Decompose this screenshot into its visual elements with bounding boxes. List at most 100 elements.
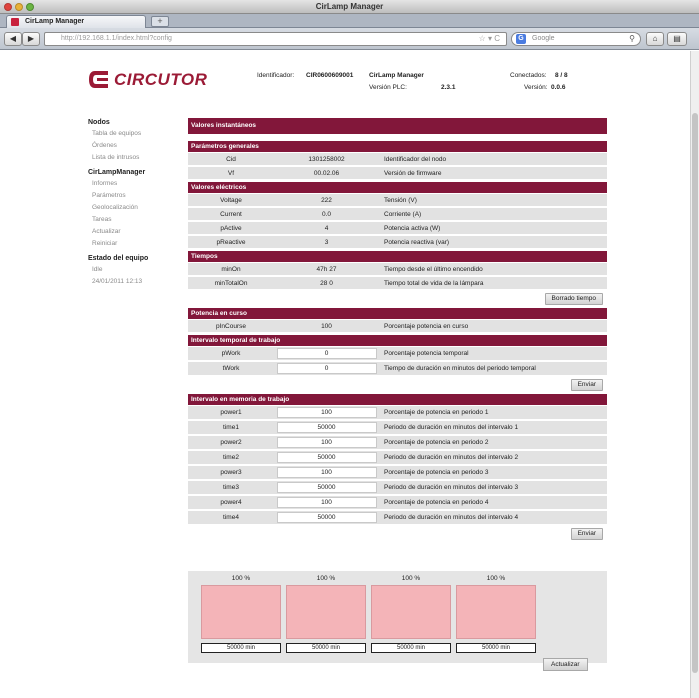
- search-placeholder: Google: [532, 35, 555, 42]
- param-value: 0.0: [274, 208, 379, 221]
- table-row: Current 0.0 Corriente (A): [188, 208, 607, 221]
- bar-minutes: 50000 min: [371, 643, 451, 653]
- sidebar-item-reports[interactable]: Informes: [92, 180, 178, 187]
- power3-input[interactable]: 100: [276, 467, 377, 478]
- home-button[interactable]: ⌂: [646, 32, 664, 46]
- param-value: 47h 27: [274, 263, 379, 276]
- param-description: Identificador del nodo: [379, 153, 607, 166]
- bar-fill: [371, 585, 451, 639]
- table-row: time3 50000 Periodo de duración en minut…: [188, 481, 607, 495]
- scrollbar-thumb[interactable]: [692, 113, 698, 673]
- tab-cirlamp-manager[interactable]: CirLamp Manager: [6, 15, 146, 28]
- time1-input[interactable]: 50000: [276, 422, 377, 433]
- section-memory-interval: Intervalo en memoria de trabajo: [188, 394, 607, 405]
- title-bar: CirLamp Manager: [0, 0, 699, 14]
- pwork-input[interactable]: 0: [276, 348, 377, 359]
- sidebar-item-equipment-table[interactable]: Tabla de equipos: [92, 130, 178, 137]
- param-description: Tensión (V): [379, 194, 607, 207]
- param-description: Periodo de duración en minutos del inter…: [379, 481, 607, 495]
- clear-times-button[interactable]: Borrado tiempo: [544, 293, 603, 305]
- header-app-name: CirLamp Manager: [369, 72, 424, 79]
- bar-fill: [286, 585, 366, 639]
- time4-input[interactable]: 50000: [276, 512, 377, 523]
- section-electric-values: Valores eléctricos: [188, 182, 607, 193]
- table-row: power2 100 Porcentaje de potencia en per…: [188, 436, 607, 450]
- plc-version-label: Versión PLC:: [369, 84, 407, 91]
- param-description: Versión de firmware: [379, 167, 607, 180]
- connected-value: 8 / 8: [555, 72, 568, 79]
- param-name: tWork: [188, 362, 274, 376]
- table-row: minTotalOn 28 0 Tiempo total de vida de …: [188, 277, 607, 290]
- section-power-in-course: Potencia en curso: [188, 308, 607, 319]
- sidebar-item-intruders[interactable]: Lista de intrusos: [92, 154, 178, 161]
- search-icon[interactable]: ⚲: [629, 34, 635, 43]
- power1-input[interactable]: 100: [276, 407, 377, 418]
- param-name: pReactive: [188, 236, 274, 249]
- sidebar-item-parameters[interactable]: Parámetros: [92, 192, 178, 199]
- main-panel: Valores instantáneos Parámetros generale…: [188, 117, 607, 542]
- sidebar-item-tasks[interactable]: Tareas: [92, 216, 178, 223]
- times-table: minOn 47h 27 Tiempo desde el último ence…: [188, 262, 607, 291]
- identifier-value: CIR0600609001: [306, 72, 354, 79]
- table-row: Vf 00.02.06 Versión de firmware: [188, 167, 607, 180]
- vertical-scrollbar[interactable]: [690, 51, 699, 698]
- send-temporal-button[interactable]: Enviar: [570, 379, 603, 391]
- bookmark-reload-icon[interactable]: ☆ ▾ C: [479, 34, 500, 43]
- url-bar[interactable]: http://192.168.1.1/index.html?config ☆ ▾…: [44, 32, 507, 46]
- param-value: 00.02.06: [274, 167, 379, 180]
- section-general-parameters: Parámetros generales: [188, 141, 607, 152]
- time2-input[interactable]: 50000: [276, 452, 377, 463]
- sidebar-nodes-heading: Nodos: [88, 119, 110, 126]
- param-name: minOn: [188, 263, 274, 276]
- section-temporal-interval: Intervalo temporal de trabajo: [188, 335, 607, 346]
- memory-interval-table: power1 100 Porcentaje de potencia en per…: [188, 405, 607, 526]
- param-name: pInCourse: [188, 320, 274, 333]
- table-row: pReactive 3 Potencia reactiva (var): [188, 236, 607, 249]
- param-description: Potencia activa (W): [379, 222, 607, 235]
- power2-input[interactable]: 100: [276, 437, 377, 448]
- new-tab-button[interactable]: +: [151, 16, 169, 27]
- window-title: CirLamp Manager: [315, 2, 384, 11]
- sidebar-item-restart[interactable]: Reiniciar: [92, 240, 178, 247]
- param-description: Porcentaje de potencia en periodo 2: [379, 436, 607, 450]
- param-name: time2: [188, 451, 274, 465]
- sidebar-item-geolocation[interactable]: Geolocalización: [92, 204, 178, 211]
- param-description: Porcentaje potencia temporal: [379, 347, 607, 361]
- param-name: power3: [188, 466, 274, 480]
- interval-bar-2: 100 % 50000 min: [286, 575, 366, 653]
- param-description: Porcentaje de potencia en periodo 1: [379, 406, 607, 420]
- sidebar-status-heading: Estado del equipo: [88, 255, 149, 262]
- param-name: Vf: [188, 167, 274, 180]
- back-button[interactable]: ◀: [4, 32, 22, 46]
- send-memory-button[interactable]: Enviar: [570, 528, 603, 540]
- time3-input[interactable]: 50000: [276, 482, 377, 493]
- sidebar-item-orders[interactable]: Órdenes: [92, 142, 178, 149]
- param-name: pWork: [188, 347, 274, 361]
- param-name: power4: [188, 496, 274, 510]
- twork-input[interactable]: 0: [276, 363, 377, 374]
- sidebar-item-update[interactable]: Actualizar: [92, 228, 178, 235]
- table-row: Cid 1301258002 Identificador del nodo: [188, 153, 607, 166]
- bar-minutes: 50000 min: [201, 643, 281, 653]
- tab-bar: CirLamp Manager +: [0, 14, 699, 28]
- menu-button[interactable]: ▤: [667, 32, 687, 46]
- param-value: 222: [274, 194, 379, 207]
- param-name: power2: [188, 436, 274, 450]
- param-name: minTotalOn: [188, 277, 274, 290]
- navigation-bar: ◀ ▶ http://192.168.1.1/index.html?config…: [0, 28, 699, 50]
- search-input[interactable]: G Google ⚲: [511, 32, 641, 46]
- param-description: Porcentaje de potencia en periodo 3: [379, 466, 607, 480]
- param-value: 1301258002: [274, 153, 379, 166]
- table-row: power4 100 Porcentaje de potencia en per…: [188, 496, 607, 510]
- table-row: minOn 47h 27 Tiempo desde el último ence…: [188, 263, 607, 276]
- param-name: power1: [188, 406, 274, 420]
- sidebar: Nodos Tabla de equipos Órdenes Lista de …: [88, 119, 178, 293]
- interval-bar-4: 100 % 50000 min: [456, 575, 536, 653]
- param-value: 4: [274, 222, 379, 235]
- forward-button[interactable]: ▶: [22, 32, 40, 46]
- param-description: Tiempo de duración en minutos del period…: [379, 362, 607, 376]
- update-button[interactable]: Actualizar: [543, 658, 588, 671]
- table-row: Voltage 222 Tensión (V): [188, 194, 607, 207]
- power4-input[interactable]: 100: [276, 497, 377, 508]
- bar-fill: [201, 585, 281, 639]
